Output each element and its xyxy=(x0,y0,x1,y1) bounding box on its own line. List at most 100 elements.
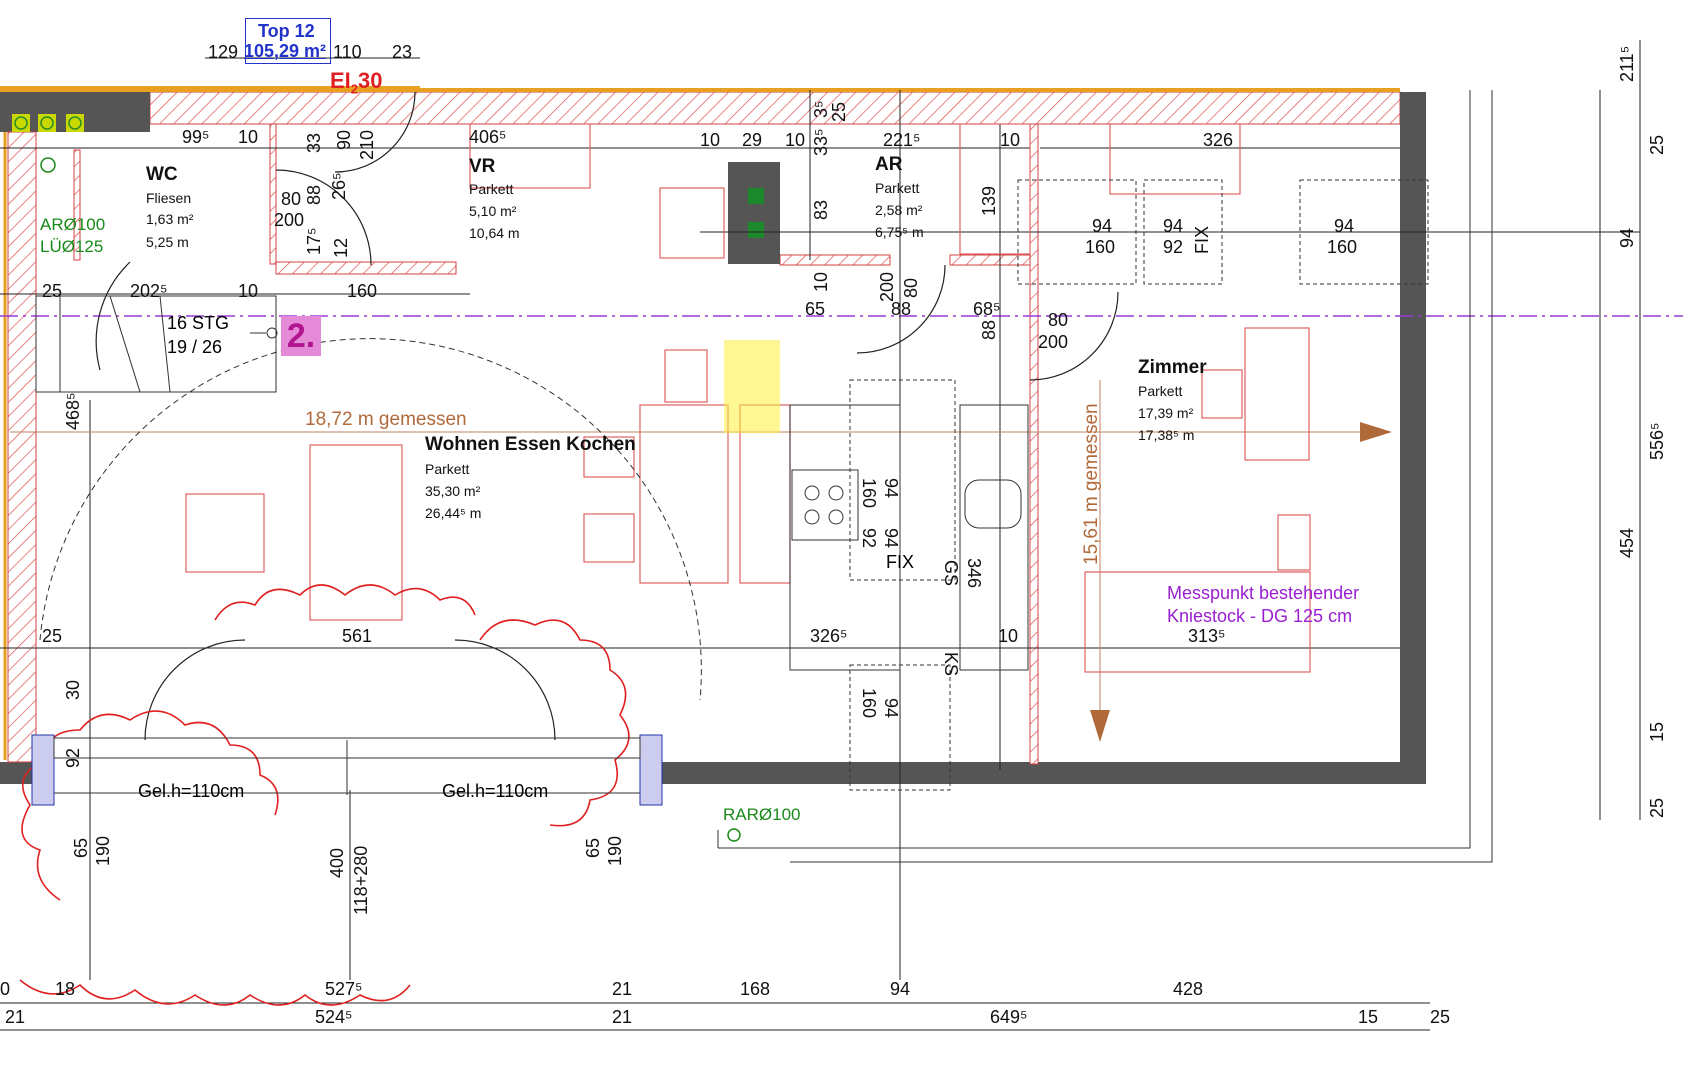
dim-3135: 313⁵ xyxy=(1188,626,1226,646)
room-wc-area: 1,63 m² xyxy=(146,211,194,227)
dim-10b: 10 xyxy=(700,130,721,150)
bot2-6495: 649⁵ xyxy=(990,1007,1028,1027)
room-wc-perimeter: 5,25 m xyxy=(146,234,189,250)
dim-335: 33⁵ xyxy=(811,128,831,156)
room-zimmer-name: Zimmer xyxy=(1138,357,1207,378)
top-dim-left: 129 xyxy=(208,42,239,62)
dim-561: 561 xyxy=(342,626,373,646)
right-25a: 25 xyxy=(1647,134,1667,155)
win-160b: 160 xyxy=(1327,237,1358,257)
room-vr-floor: Parkett xyxy=(469,181,514,197)
ks-label: KS xyxy=(941,652,961,677)
kitchen-counter xyxy=(789,379,1029,791)
fix-label-2: FIX xyxy=(886,552,915,572)
room-ar-floor: Parkett xyxy=(875,180,920,196)
room-vr-perimeter: 10,64 m xyxy=(469,225,520,241)
stairs-count: 16 STG xyxy=(167,313,230,333)
dim-10d: 10 xyxy=(1000,130,1021,150)
dim-3265: 326⁵ xyxy=(810,626,848,646)
dim-10g: 10 xyxy=(998,626,1019,646)
dim-326: 326 xyxy=(1203,130,1234,150)
dim-30: 30 xyxy=(63,679,83,700)
dim-4065: 406⁵ xyxy=(469,127,507,147)
rar-drain-icon xyxy=(727,828,741,842)
fire-rating-main: EI xyxy=(330,68,351,93)
win-94c: 94 xyxy=(1334,216,1355,236)
room-zimmer-perimeter: 17,38⁵ m xyxy=(1138,427,1195,443)
dim-90: 90 xyxy=(334,129,354,150)
room-vr-name: VR xyxy=(469,156,496,177)
bot2-25: 25 xyxy=(1430,1007,1451,1027)
room-wek-floor: Parkett xyxy=(425,461,470,477)
room-zimmer-floor: Parkett xyxy=(1138,383,1183,399)
room-wc-floor: Fliesen xyxy=(146,190,192,206)
stairs xyxy=(35,295,278,393)
dim-80c: 80 xyxy=(1048,310,1069,330)
right-25b: 25 xyxy=(1647,797,1667,818)
messpunkt-line2: Kniestock - DG 125 cm xyxy=(1167,606,1353,626)
dim-2215: 221⁵ xyxy=(883,130,921,150)
kitchen-94a: 94 xyxy=(881,478,901,499)
highlight-area xyxy=(724,340,780,433)
dim-139: 139 xyxy=(979,185,999,216)
dim-160: 160 xyxy=(347,281,378,301)
room-wc-name: WC xyxy=(146,164,178,185)
dim-265: 26⁵ xyxy=(329,172,349,200)
bot2-5245: 524⁵ xyxy=(315,1007,353,1027)
exterior-wall-right xyxy=(1400,92,1426,782)
bot-94: 94 xyxy=(890,979,911,999)
unit-title: Top 12 xyxy=(258,21,315,41)
bot2-15: 15 xyxy=(1358,1007,1379,1027)
fire-rating-value: 30 xyxy=(358,68,383,93)
bot-21a: 21 xyxy=(612,979,633,999)
dim-346: 346 xyxy=(964,558,984,589)
window-height-right: Gel.h=110cm xyxy=(442,781,549,801)
dim-200b: 200 xyxy=(877,271,897,302)
dim-65b: 65 xyxy=(583,837,603,858)
right-2115: 211⁵ xyxy=(1617,45,1637,82)
dim-118: 118+280 xyxy=(351,845,371,915)
room-zimmer-area: 17,39 m² xyxy=(1138,405,1194,421)
measured-vertical: 15,61 m gemessen xyxy=(1081,403,1102,565)
bot-428: 428 xyxy=(1173,979,1204,999)
terrace-outline xyxy=(717,90,1493,863)
dim-80a: 80 xyxy=(281,189,302,209)
dim-33: 33 xyxy=(304,132,324,153)
win-160a: 160 xyxy=(1085,237,1116,257)
room-wek-perimeter: 26,44⁵ m xyxy=(425,505,482,521)
dim-10f: 10 xyxy=(811,271,831,292)
dim-400: 400 xyxy=(327,847,347,878)
stairs-ratio: 19 / 26 xyxy=(167,337,223,357)
right-454: 454 xyxy=(1617,527,1637,558)
rar-diameter-label: RARØ100 xyxy=(723,805,801,824)
dim-10c: 10 xyxy=(785,130,806,150)
dim-35: 3⁵ xyxy=(811,100,831,118)
dim-25a: 25 xyxy=(42,281,63,301)
dim-25v: 25 xyxy=(829,101,849,122)
unit-area: 105,29 m² xyxy=(244,41,327,61)
dim-175: 17⁵ xyxy=(304,227,324,255)
bot2-21: 21 xyxy=(5,1007,26,1027)
dim-10e: 10 xyxy=(238,281,259,301)
exterior-wall-bottom xyxy=(660,762,1426,784)
kitchen-160a: 160 xyxy=(859,478,879,509)
dim-99: 99⁵ xyxy=(182,127,210,147)
measured-horizontal: 18,72 m gemessen xyxy=(305,409,467,430)
bot-5275: 527⁵ xyxy=(325,979,363,999)
win-94a: 94 xyxy=(1092,216,1113,236)
dim-10a: 10 xyxy=(238,127,259,147)
bot2-21b: 21 xyxy=(612,1007,633,1027)
bot-0: 0 xyxy=(0,979,11,999)
dim-88c: 88 xyxy=(979,319,999,340)
gs-label: GS xyxy=(941,560,961,587)
room-vr-area: 5,10 m² xyxy=(469,203,517,219)
dim-210: 210 xyxy=(357,129,377,160)
dim-65a: 65 xyxy=(71,837,91,858)
room-wek-area: 35,30 m² xyxy=(425,483,481,499)
dim-88b: 88 xyxy=(891,299,912,319)
dim-65: 65 xyxy=(805,299,826,319)
stair-marker: 2. xyxy=(281,316,321,356)
vent-icons xyxy=(12,114,84,132)
dim-92: 92 xyxy=(63,747,83,768)
room-ar-name: AR xyxy=(875,154,903,175)
